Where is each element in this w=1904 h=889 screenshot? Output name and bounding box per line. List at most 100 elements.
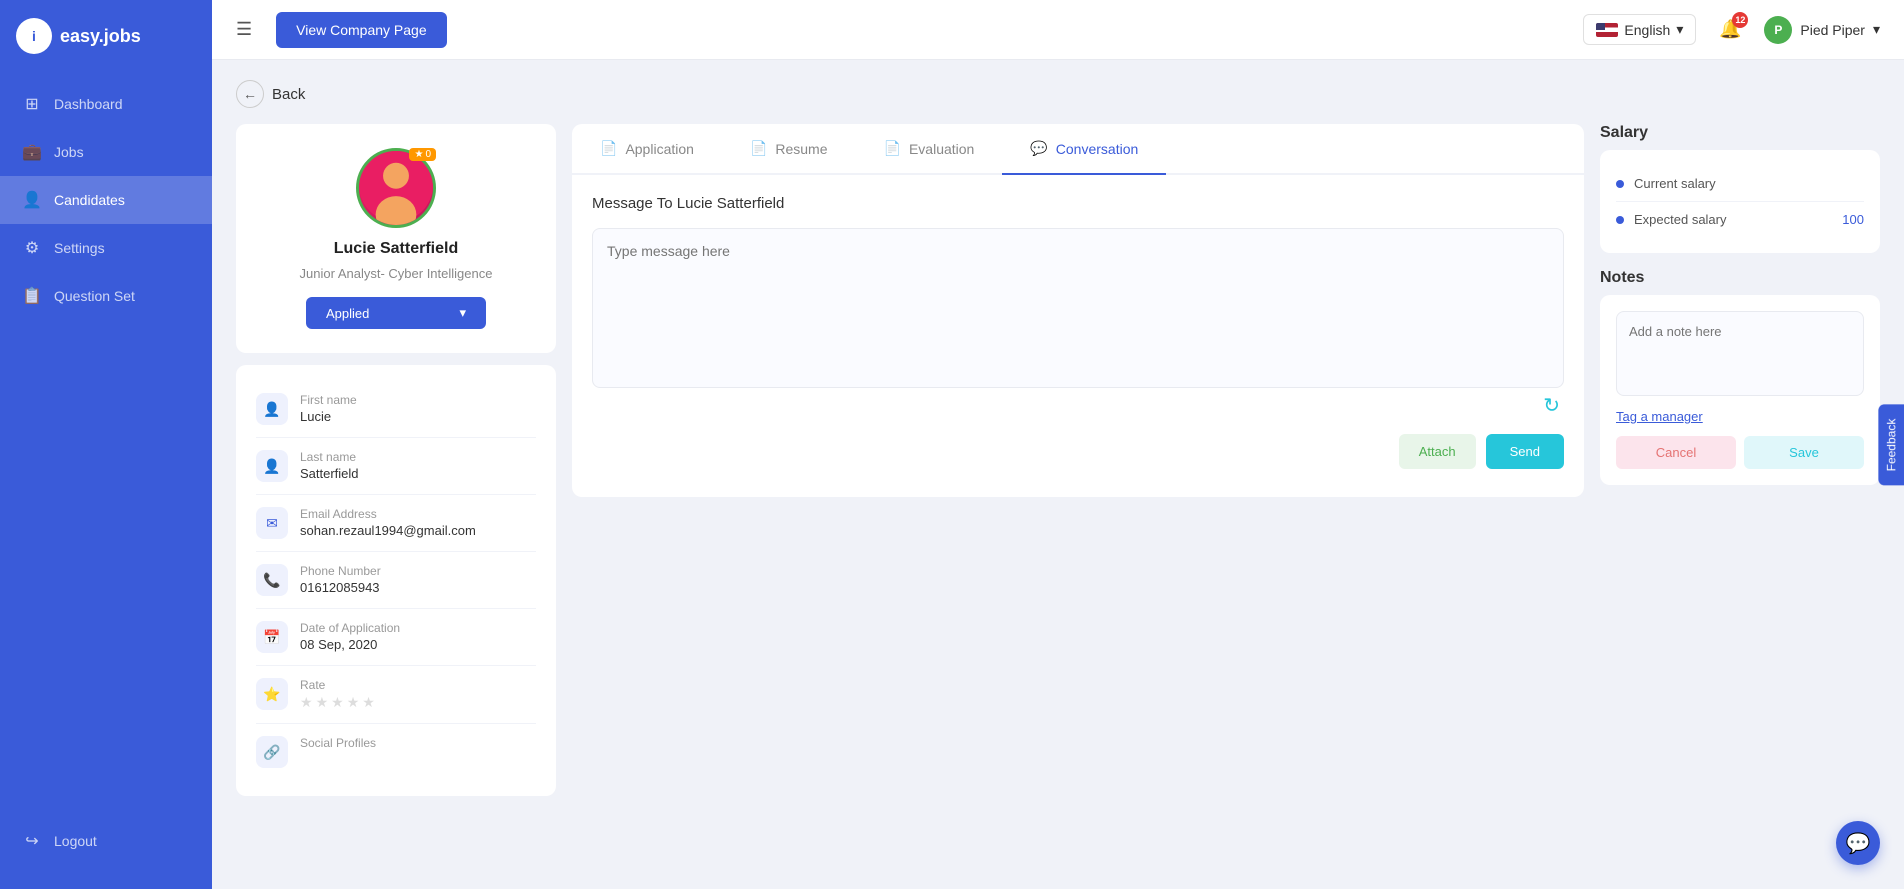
menu-icon[interactable]: ☰ (236, 19, 252, 40)
tab-evaluation[interactable]: 📄 Evaluation (856, 124, 1003, 175)
expected-salary-label: Expected salary (1634, 212, 1832, 227)
back-label: Back (272, 86, 305, 103)
tab-conversation-label: Conversation (1056, 141, 1139, 157)
star-3[interactable]: ★ (331, 694, 344, 711)
notes-title: Notes (1600, 269, 1880, 287)
avatar-wrap: ★ 0 (356, 148, 436, 228)
social-label: Social Profiles (300, 736, 376, 750)
tab-application[interactable]: 📄 Application (572, 124, 722, 175)
refresh-wrap: ↻ (592, 393, 1564, 422)
info-content-firstname: First name Lucie (300, 393, 357, 424)
notes-actions: Cancel Save (1616, 436, 1864, 469)
three-col-layout: ★ 0 Lucie Satterfield Junior Analyst- Cy… (236, 124, 1880, 869)
sidebar-item-label: Jobs (54, 144, 84, 160)
phone-value: 01612085943 (300, 580, 381, 595)
question-set-icon: 📋 (22, 286, 42, 306)
firstname-label: First name (300, 393, 357, 407)
phone-icon: 📞 (256, 564, 288, 596)
sidebar-item-question-set[interactable]: 📋 Question Set (0, 272, 212, 320)
tab-resume[interactable]: 📄 Resume (722, 124, 856, 175)
right-panel: Salary Current salary Expected salary 10… (1600, 124, 1880, 869)
date-value: 08 Sep, 2020 (300, 637, 400, 652)
tag-manager-link[interactable]: Tag a manager (1616, 409, 1864, 424)
status-chevron-icon: ▾ (459, 305, 466, 321)
candidates-icon: 👤 (22, 190, 42, 210)
chat-fab[interactable]: 💬 (1836, 821, 1880, 865)
notification-badge: 12 (1732, 12, 1748, 28)
star-2[interactable]: ★ (316, 694, 329, 711)
lang-chevron-icon: ▾ (1676, 21, 1683, 38)
sidebar-item-logout[interactable]: ↪ Logout (0, 817, 212, 865)
company-icon-letter: P (1774, 23, 1782, 37)
star-1[interactable]: ★ (300, 694, 313, 711)
sidebar-item-jobs[interactable]: 💼 Jobs (0, 128, 212, 176)
settings-icon: ⚙ (22, 238, 42, 258)
social-icon: 🔗 (256, 736, 288, 768)
back-arrow-icon: ← (236, 80, 264, 108)
back-button[interactable]: ← Back (236, 80, 305, 108)
attach-button[interactable]: Attach (1399, 434, 1476, 469)
notification-button[interactable]: 🔔 12 (1712, 12, 1748, 48)
view-company-button[interactable]: View Company Page (276, 12, 446, 48)
note-input[interactable] (1616, 311, 1864, 396)
tab-application-label: Application (625, 141, 694, 157)
resume-tab-icon: 📄 (750, 140, 767, 157)
send-button[interactable]: Send (1486, 434, 1564, 469)
tab-conversation[interactable]: 💬 Conversation (1002, 124, 1166, 175)
info-row-lastname: 👤 Last name Satterfield (256, 438, 536, 495)
page-content: ← Back (212, 60, 1904, 889)
language-selector[interactable]: English ▾ (1583, 14, 1696, 45)
sidebar-item-label: Candidates (54, 192, 125, 208)
sidebar-nav: ⊞ Dashboard 💼 Jobs 👤 Candidates ⚙ Settin… (0, 72, 212, 889)
feedback-tab[interactable]: Feedback (1879, 404, 1904, 485)
current-salary-item: Current salary (1616, 166, 1864, 202)
star-count: 0 (425, 149, 431, 160)
star2-icon: ⭐ (256, 678, 288, 710)
logout-icon: ↪ (22, 831, 42, 851)
star-badge: ★ 0 (409, 148, 436, 161)
logo-icon: i (16, 18, 52, 54)
email-label: Email Address (300, 507, 476, 521)
lastname-label: Last name (300, 450, 359, 464)
expected-salary-item: Expected salary 100 (1616, 202, 1864, 237)
current-salary-label: Current salary (1634, 176, 1854, 191)
expected-salary-value: 100 (1842, 212, 1864, 227)
email-value: sohan.rezaul1994@gmail.com (300, 523, 476, 538)
info-row-email: ✉ Email Address sohan.rezaul1994@gmail.c… (256, 495, 536, 552)
info-row-social: 🔗 Social Profiles (256, 724, 536, 780)
sidebar-item-dashboard[interactable]: ⊞ Dashboard (0, 80, 212, 128)
date-label: Date of Application (300, 621, 400, 635)
logout-label: Logout (54, 833, 97, 849)
refresh-icon[interactable]: ↻ (1543, 393, 1560, 418)
candidate-role: Junior Analyst- Cyber Intelligence (300, 266, 493, 281)
info-row-phone: 📞 Phone Number 01612085943 (256, 552, 536, 609)
notes-section: Notes Tag a manager Cancel Save (1600, 269, 1880, 485)
status-dropdown[interactable]: Applied ▾ (306, 297, 486, 329)
sidebar-logo: i easy.jobs (0, 0, 212, 72)
notes-cancel-button[interactable]: Cancel (1616, 436, 1736, 469)
notes-save-button[interactable]: Save (1744, 436, 1864, 469)
conversation-content: Message To Lucie Satterfield ↻ Attach Se… (572, 175, 1584, 497)
star-5[interactable]: ★ (362, 694, 375, 711)
message-input[interactable] (592, 228, 1564, 388)
phone-label: Phone Number (300, 564, 381, 578)
evaluation-tab-icon: 📄 (884, 140, 901, 157)
person2-icon: 👤 (256, 450, 288, 482)
company-chevron-icon: ▾ (1873, 21, 1880, 38)
company-icon: P (1764, 16, 1792, 44)
info-row-date: 📅 Date of Application 08 Sep, 2020 (256, 609, 536, 666)
sidebar-item-candidates[interactable]: 👤 Candidates (0, 176, 212, 224)
info-content-rate: Rate ★ ★ ★ ★ ★ (300, 678, 375, 711)
sidebar-item-label: Settings (54, 240, 105, 256)
topbar: ☰ View Company Page English ▾ 🔔 12 P Pie… (212, 0, 1904, 60)
expected-salary-dot (1616, 216, 1624, 224)
message-to: Message To Lucie Satterfield (592, 195, 1564, 212)
application-tab-icon: 📄 (600, 140, 617, 157)
company-selector[interactable]: P Pied Piper ▾ (1764, 16, 1880, 44)
dashboard-icon: ⊞ (22, 94, 42, 114)
sidebar-item-settings[interactable]: ⚙ Settings (0, 224, 212, 272)
lastname-value: Satterfield (300, 466, 359, 481)
company-name: Pied Piper (1800, 22, 1865, 38)
status-label: Applied (326, 306, 369, 321)
star-4[interactable]: ★ (347, 694, 360, 711)
